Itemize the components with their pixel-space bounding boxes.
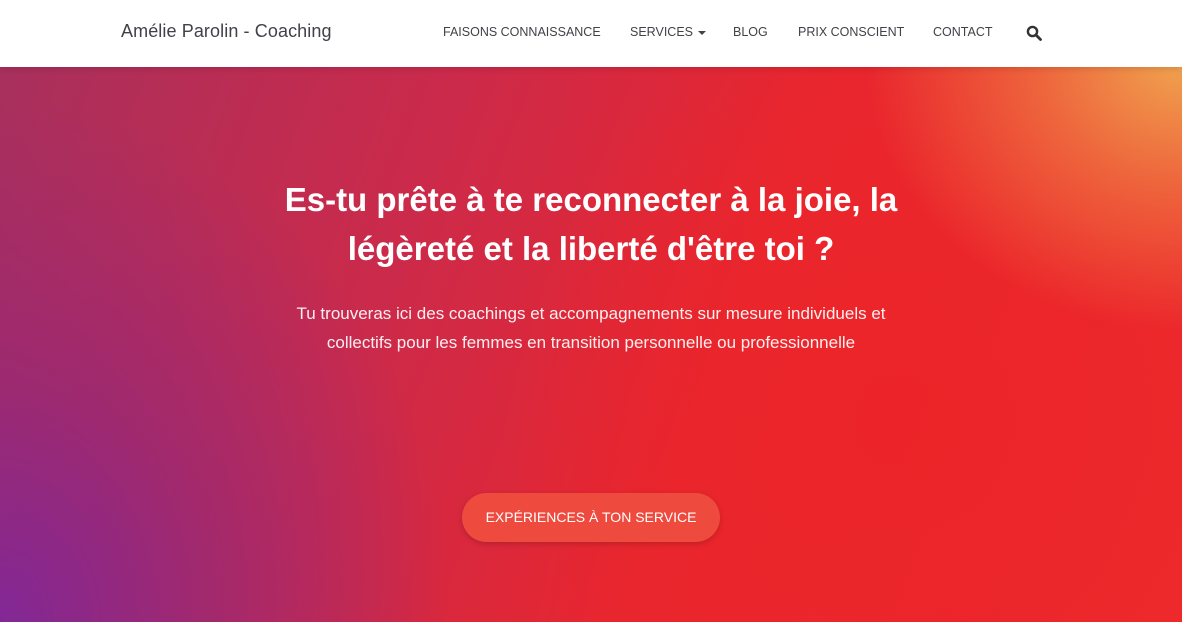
nav-item-services[interactable]: SERVICES	[630, 25, 706, 39]
hero-subtitle: Tu trouveras ici des coachings et accomp…	[296, 304, 886, 352]
nav-item-services-label: SERVICES	[630, 25, 693, 39]
nav-item-contact[interactable]: CONTACT	[933, 25, 993, 39]
experiences-cta-button[interactable]: EXPÉRIENCES À TON SERVICE	[462, 493, 720, 542]
nav-item-prix-conscient[interactable]: PRIX CONSCIENT	[798, 25, 904, 39]
nav-item-blog[interactable]: BLOG	[733, 25, 768, 39]
chevron-down-icon	[698, 30, 706, 35]
site-brand-link[interactable]: Amélie Parolin - Coaching	[121, 21, 332, 42]
page: Amélie Parolin - Coaching FAISONS CONNAI…	[0, 0, 1182, 622]
navbar: Amélie Parolin - Coaching FAISONS CONNAI…	[0, 0, 1182, 67]
search-icon-glyph	[1026, 25, 1042, 41]
hero-title: Es-tu prête à te reconnecter à la joie, …	[284, 181, 898, 267]
nav-item-faisons-connaissance[interactable]: FAISONS CONNAISSANCE	[443, 25, 601, 39]
hero-content: Es-tu prête à te reconnecter à la joie, …	[0, 175, 1182, 357]
search-icon[interactable]	[1026, 25, 1042, 41]
